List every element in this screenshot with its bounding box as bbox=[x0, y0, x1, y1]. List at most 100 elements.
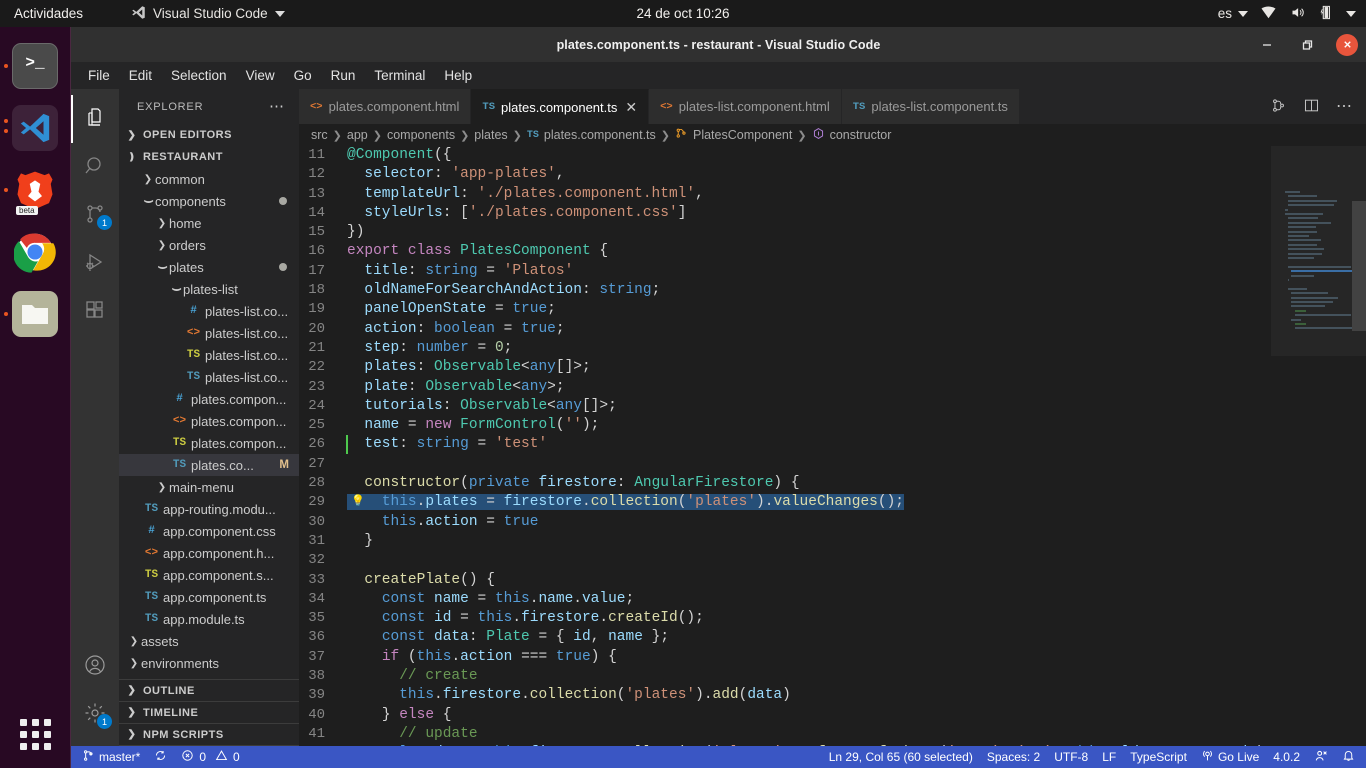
sidebar-section-npm-scripts[interactable]: ❯ NPM SCRIPTS bbox=[119, 724, 299, 746]
code-line[interactable]: 32 bbox=[299, 551, 1271, 570]
lightbulb-icon[interactable]: 💡 bbox=[351, 493, 365, 512]
breadcrumb-item-app[interactable]: app bbox=[347, 128, 368, 142]
menu-terminal[interactable]: Terminal bbox=[366, 65, 433, 86]
menu-view[interactable]: View bbox=[238, 65, 283, 86]
code-line[interactable]: 42 let doc = this.firestore.collection('… bbox=[299, 744, 1271, 746]
tree-folder[interactable]: ❯home bbox=[119, 212, 299, 234]
editor-tab[interactable]: TSplates.component.ts✕ bbox=[471, 89, 649, 124]
activitybar-item-source-control[interactable]: 1 bbox=[71, 191, 119, 239]
tree-file[interactable]: #plates-list.co... bbox=[119, 300, 299, 322]
code-line[interactable]: 30 this.action = true bbox=[299, 513, 1271, 532]
code-line[interactable]: 15}) bbox=[299, 223, 1271, 242]
more-actions-icon[interactable]: ⋯ bbox=[1336, 103, 1352, 111]
editor-tab[interactable]: <>plates-list.component.html bbox=[649, 89, 842, 124]
code-line[interactable]: 34 const name = this.name.value; bbox=[299, 590, 1271, 609]
activitybar-item-search[interactable] bbox=[71, 143, 119, 191]
menu-file[interactable]: File bbox=[80, 65, 118, 86]
breadcrumb-item-components[interactable]: components bbox=[387, 128, 455, 142]
sidebar-section-timeline[interactable]: ❯ TIMELINE bbox=[119, 702, 299, 724]
tree-folder[interactable]: ❫plates-list bbox=[119, 278, 299, 300]
close-button[interactable] bbox=[1336, 34, 1358, 56]
tree-file[interactable]: TSapp.component.s... bbox=[119, 564, 299, 586]
breadcrumb-item-plates[interactable]: plates bbox=[474, 128, 507, 142]
editor-tab[interactable]: TSplates-list.component.ts bbox=[842, 89, 1020, 124]
status-go-live[interactable]: Go Live bbox=[1194, 746, 1266, 768]
maximize-button[interactable] bbox=[1296, 34, 1318, 56]
minimize-button[interactable] bbox=[1256, 34, 1278, 56]
sidebar-section-open-editors[interactable]: ❯ OPEN EDITORS bbox=[119, 124, 299, 146]
activities-button[interactable]: Actividades bbox=[14, 6, 83, 21]
status-eol[interactable]: LF bbox=[1095, 746, 1123, 768]
code-line[interactable]: 29 this.plates = firestore.collection('p… bbox=[299, 493, 1271, 512]
more-actions-icon[interactable]: ⋯ bbox=[269, 103, 285, 111]
code-line[interactable]: 12 selector: 'app-plates', bbox=[299, 165, 1271, 184]
code-line[interactable]: 40 } else { bbox=[299, 706, 1271, 725]
status-version[interactable]: 4.0.2 bbox=[1266, 746, 1307, 768]
menu-go[interactable]: Go bbox=[286, 65, 320, 86]
dock-item-google-chrome[interactable] bbox=[0, 221, 71, 283]
tree-folder[interactable]: ❯main-menu bbox=[119, 476, 299, 498]
tree-file[interactable]: #app.component.css bbox=[119, 520, 299, 542]
status-language-mode[interactable]: TypeScript bbox=[1123, 746, 1194, 768]
status-sync[interactable] bbox=[147, 746, 174, 768]
breadcrumb-item-src[interactable]: src bbox=[311, 128, 328, 142]
code-line[interactable]: 11@Component({ bbox=[299, 146, 1271, 165]
breadcrumb-item-file[interactable]: plates.component.ts bbox=[544, 128, 656, 142]
tree-folder[interactable]: ❯assets bbox=[119, 630, 299, 652]
sidebar-section-outline[interactable]: ❯ OUTLINE bbox=[119, 680, 299, 702]
code-line[interactable]: 14 styleUrls: ['./plates.component.css'] bbox=[299, 204, 1271, 223]
tree-file[interactable]: TSplates-list.co... bbox=[119, 344, 299, 366]
code-line[interactable]: 38 // create bbox=[299, 667, 1271, 686]
code-line[interactable]: 27 bbox=[299, 455, 1271, 474]
tree-file[interactable]: #plates.compon... bbox=[119, 388, 299, 410]
code-line[interactable]: 13 templateUrl: './plates.component.html… bbox=[299, 185, 1271, 204]
code-line[interactable]: 23 plate: Observable<any>; bbox=[299, 378, 1271, 397]
activitybar-item-accounts[interactable] bbox=[71, 642, 119, 690]
code-line[interactable]: 33 createPlate() { bbox=[299, 571, 1271, 590]
code-editor[interactable]: 11@Component({12 selector: 'app-plates',… bbox=[299, 146, 1366, 746]
editor-scrollbar[interactable] bbox=[1352, 146, 1366, 746]
activitybar-item-explorer[interactable] bbox=[71, 95, 119, 143]
chevron-down-icon[interactable] bbox=[1346, 11, 1356, 17]
status-remote[interactable]: master* bbox=[71, 746, 147, 768]
menu-help[interactable]: Help bbox=[436, 65, 480, 86]
dock-item-visual-studio-code[interactable] bbox=[0, 97, 71, 159]
code-line[interactable]: 39 this.firestore.collection('plates').a… bbox=[299, 686, 1271, 705]
tree-file[interactable]: <>app.component.h... bbox=[119, 542, 299, 564]
status-indentation[interactable]: Spaces: 2 bbox=[980, 746, 1047, 768]
code-line[interactable]: 19 panelOpenState = true; bbox=[299, 300, 1271, 319]
code-line[interactable]: 24 tutorials: Observable<any[]>; bbox=[299, 397, 1271, 416]
dock-item-terminal[interactable]: >_ bbox=[0, 35, 71, 97]
tree-file[interactable]: TSplates.co...M bbox=[119, 454, 299, 476]
activitybar-item-manage-settings[interactable]: 1 bbox=[71, 690, 119, 738]
sidebar-section-restaurant[interactable]: ❫ RESTAURANT bbox=[119, 146, 299, 168]
status-feedback[interactable] bbox=[1307, 746, 1335, 768]
status-problems[interactable]: 0 0 bbox=[174, 746, 246, 768]
code-lines[interactable]: 11@Component({12 selector: 'app-plates',… bbox=[299, 146, 1271, 746]
close-icon[interactable]: ✕ bbox=[625, 100, 637, 114]
code-line[interactable]: 36 const data: Plate = { id, name }; bbox=[299, 628, 1271, 647]
code-line[interactable]: 31 } bbox=[299, 532, 1271, 551]
code-line[interactable]: 20 action: boolean = true; bbox=[299, 320, 1271, 339]
code-line[interactable]: 37 if (this.action === true) { bbox=[299, 648, 1271, 667]
code-line[interactable]: 26 test: string = 'test' bbox=[299, 435, 1271, 454]
split-editor-right-icon[interactable] bbox=[1303, 97, 1320, 117]
tree-file[interactable]: TSapp-routing.modu... bbox=[119, 498, 299, 520]
code-line[interactable]: 18 oldNameForSearchAndAction: string; bbox=[299, 281, 1271, 300]
breadcrumb-item-class[interactable]: PlatesComponent bbox=[693, 128, 792, 142]
code-line[interactable]: 16export class PlatesComponent { bbox=[299, 242, 1271, 261]
scrollbar-thumb[interactable] bbox=[1352, 201, 1366, 331]
activitybar-item-run-and-debug[interactable] bbox=[71, 239, 119, 287]
status-notifications[interactable] bbox=[1335, 746, 1366, 768]
show-applications-icon[interactable] bbox=[20, 719, 51, 750]
split-editor-icon[interactable] bbox=[1270, 97, 1287, 117]
system-tray[interactable]: es bbox=[1218, 5, 1356, 23]
tree-file[interactable]: <>plates-list.co... bbox=[119, 322, 299, 344]
code-line[interactable]: 28 constructor(private firestore: Angula… bbox=[299, 474, 1271, 493]
code-line[interactable]: 35 const id = this.firestore.createId(); bbox=[299, 609, 1271, 628]
editor-tab[interactable]: <>plates.component.html bbox=[299, 89, 471, 124]
status-encoding[interactable]: UTF-8 bbox=[1047, 746, 1095, 768]
tree-file[interactable]: TSapp.component.ts bbox=[119, 586, 299, 608]
tree-folder[interactable]: ❯environments bbox=[119, 652, 299, 674]
keyboard-layout-indicator[interactable]: es bbox=[1218, 6, 1248, 21]
